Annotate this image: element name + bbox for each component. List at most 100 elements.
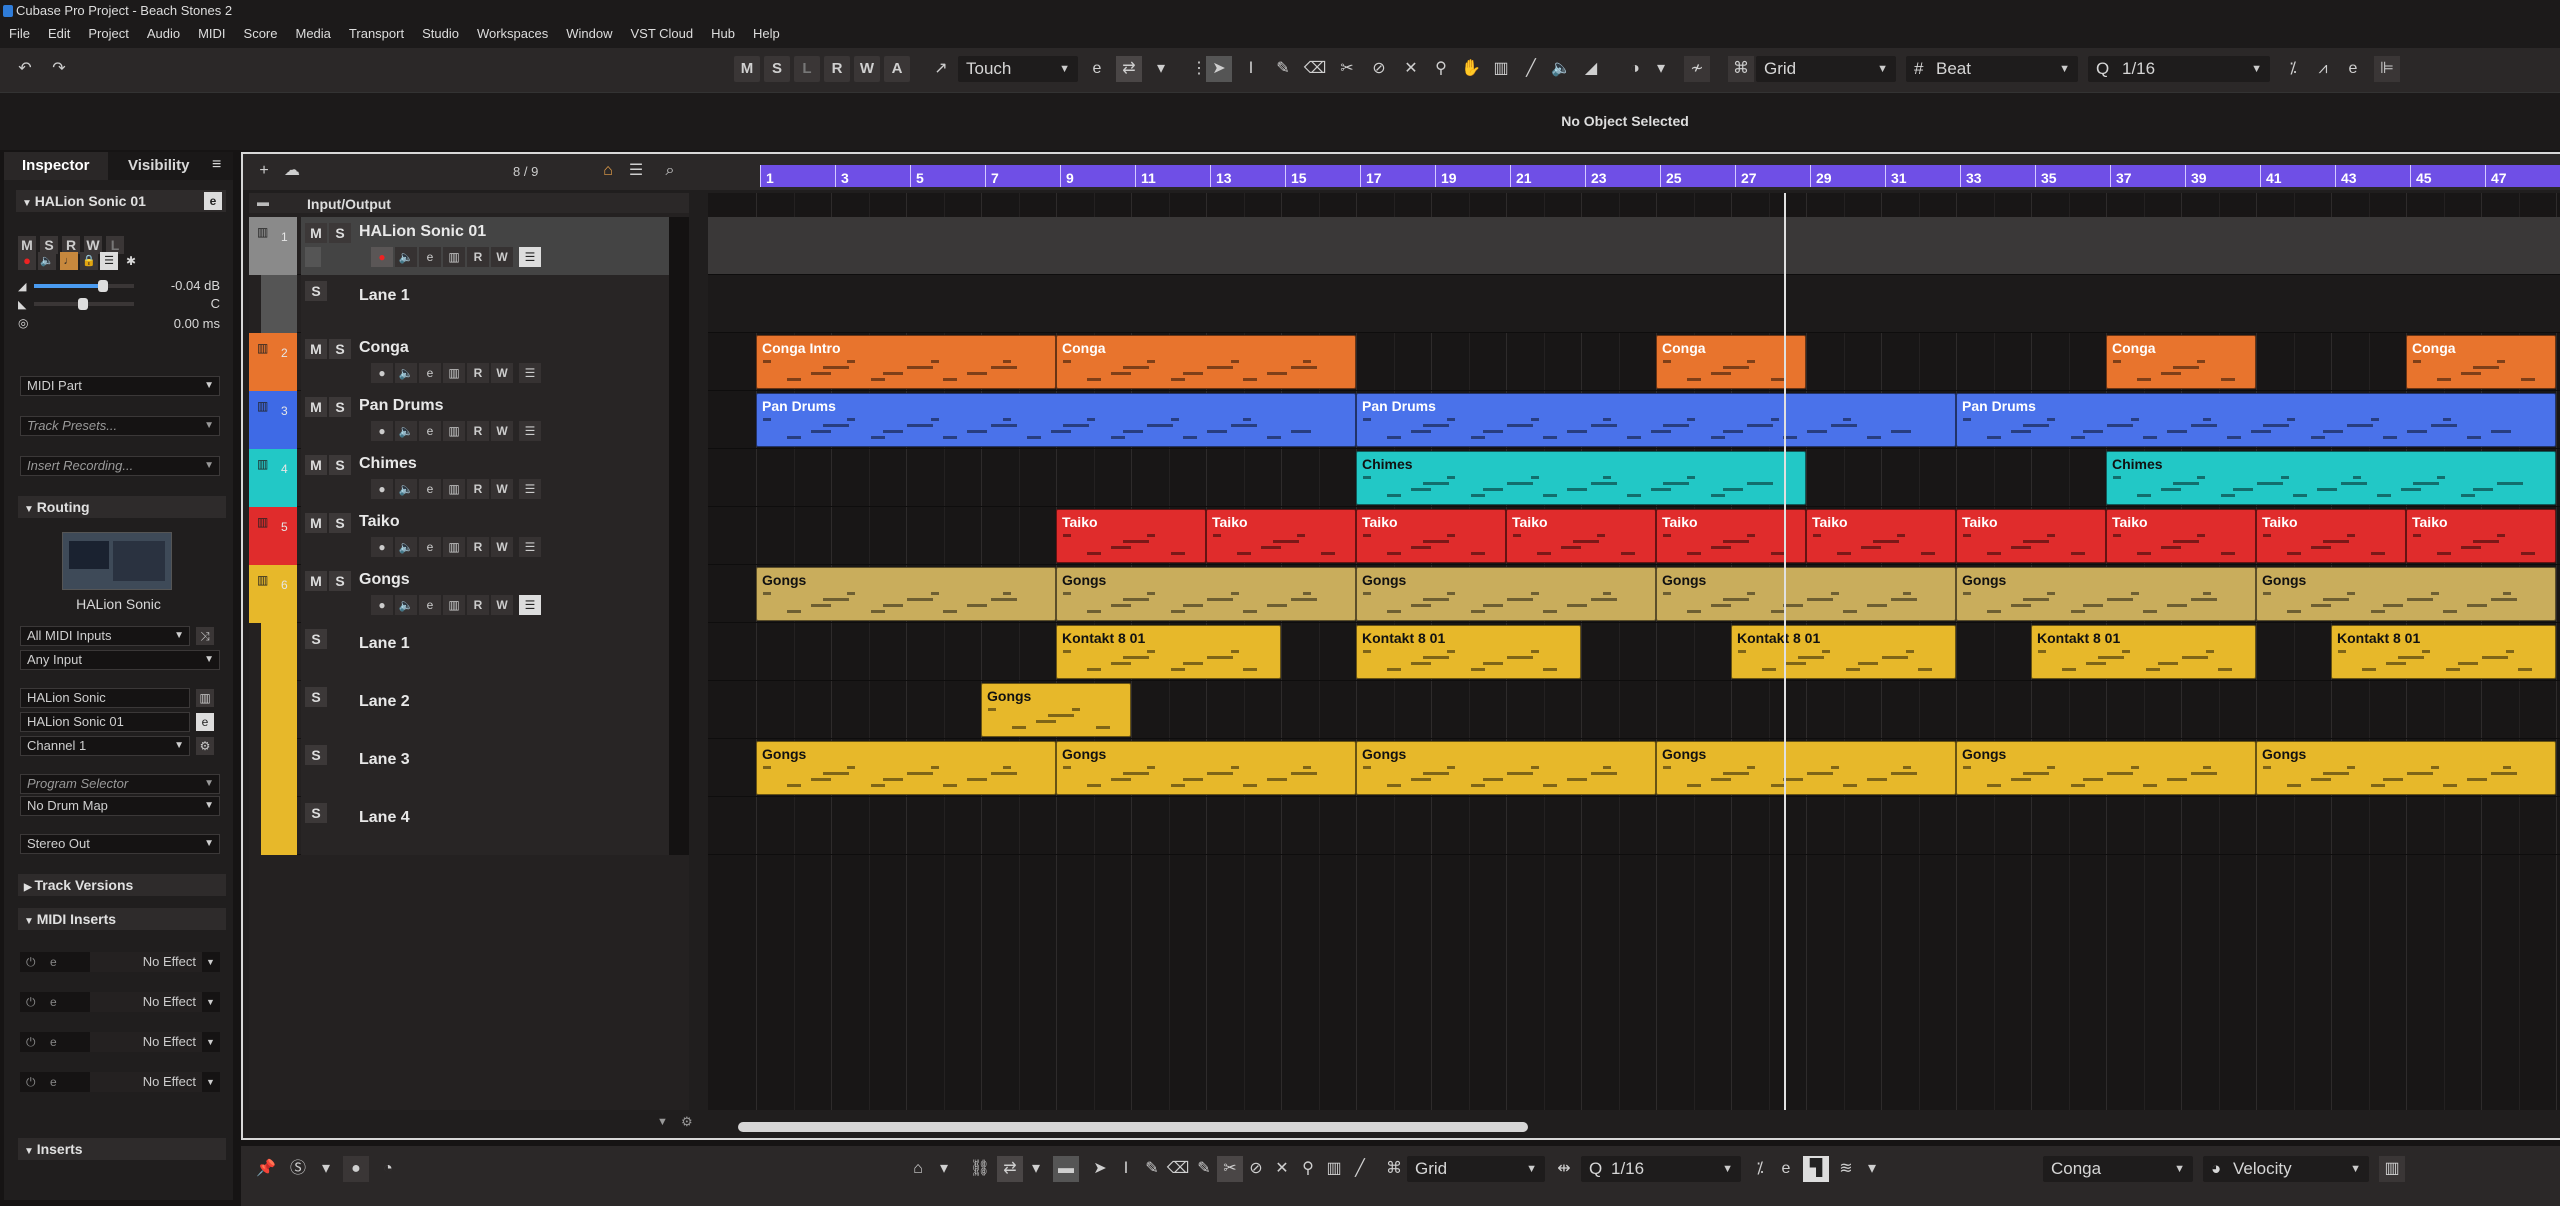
track-lane[interactable]: Lane 1 S — [249, 623, 689, 681]
chevron-down-icon[interactable]: ▼ — [657, 1116, 668, 1128]
monitor-icon[interactable]: 🔈 — [38, 252, 56, 270]
midi-part[interactable]: Gongs — [1956, 741, 2256, 795]
power-icon[interactable]: ⏻ — [26, 1072, 36, 1092]
midi-part[interactable]: Gongs — [756, 741, 1056, 795]
midi-part[interactable]: Gongs — [1356, 567, 1656, 621]
track-name[interactable]: HALion Sonic 01 — [359, 223, 486, 241]
draw-tool-icon[interactable]: ✎ — [1270, 56, 1296, 82]
erase-tool-icon[interactable]: ⌫ — [1165, 1156, 1191, 1182]
record-enable-icon[interactable]: ● — [18, 252, 36, 270]
midi-part[interactable]: Gongs — [2256, 741, 2556, 795]
track-select-checkbox[interactable] — [305, 247, 321, 267]
record-enable-icon[interactable]: ● — [371, 479, 393, 499]
freeze-icon[interactable]: ✱ — [122, 252, 140, 270]
midi-part[interactable]: Gongs — [1656, 741, 1956, 795]
lanes-icon[interactable]: ▥ — [443, 595, 465, 615]
output-routing-dropdown[interactable]: HALion Sonic 01 — [20, 712, 190, 732]
comp-tool-icon[interactable]: ▥ — [1321, 1156, 1347, 1182]
lane-solo-button[interactable]: S — [305, 281, 327, 301]
menu-item-midi[interactable]: MIDI — [189, 22, 234, 46]
snap-to-zero-icon[interactable]: ⇹ — [1551, 1156, 1577, 1182]
lanes-icon[interactable]: ▥ — [443, 363, 465, 383]
iterative-quantize-icon[interactable]: ⁒ — [2280, 56, 2306, 82]
mute-button[interactable]: M — [305, 571, 327, 591]
midi-part[interactable]: Conga — [2406, 335, 2556, 389]
track-name[interactable]: Lane 1 — [359, 635, 410, 653]
cycle-icon[interactable]: ⇄ — [997, 1156, 1023, 1182]
track-body[interactable]: Lane 2 S — [301, 681, 669, 739]
write-automation-button[interactable]: W — [491, 479, 513, 499]
range-tool-icon[interactable]: Ⅰ — [1238, 56, 1264, 82]
track-name[interactable]: Lane 4 — [359, 809, 410, 827]
solo-button[interactable]: S — [329, 455, 351, 475]
snap-icon[interactable]: ⌘ — [1381, 1156, 1407, 1182]
horizontal-scrollbar[interactable] — [738, 1122, 1528, 1132]
delay-value[interactable]: 0.00 ms — [154, 316, 220, 331]
track-presets-field[interactable]: Track Presets... ▼ — [20, 416, 220, 436]
search-icon[interactable]: ⌕ — [657, 158, 683, 184]
comp-tool-icon[interactable]: ▥ — [1488, 56, 1514, 82]
solo-button[interactable]: S — [329, 513, 351, 533]
line-tool-icon[interactable]: ╱ — [1518, 56, 1544, 82]
track-name[interactable]: Lane 2 — [359, 693, 410, 711]
settings-icon[interactable]: ⚙ — [681, 1114, 693, 1130]
grid-type-dropdown[interactable]: # Beat ▼ — [1906, 56, 2078, 82]
midi-part[interactable]: Gongs — [1056, 741, 1356, 795]
play-tool-icon[interactable]: 🔈 — [1548, 56, 1574, 82]
track-body[interactable]: Pan Drums M S ● 🔈 e ▥ R W ☰ — [301, 391, 669, 449]
chevron-down-icon[interactable]: ▾ — [1023, 1156, 1049, 1182]
track-lane[interactable]: Lane 1 S — [249, 275, 689, 333]
midi-part[interactable]: Taiko — [1506, 509, 1656, 563]
state-button-m[interactable]: M — [734, 56, 760, 82]
color-tool-icon[interactable]: ◢ — [1578, 56, 1604, 82]
mute-button[interactable]: M — [305, 513, 327, 533]
solo-button[interactable]: S — [329, 397, 351, 417]
track-versions-section-header[interactable]: ▶ Track Versions — [18, 874, 226, 896]
record-enable-icon[interactable]: ● — [371, 247, 393, 267]
midi-part[interactable]: Gongs — [1056, 567, 1356, 621]
midi-part[interactable]: Gongs — [1656, 567, 1956, 621]
midi-part[interactable]: Conga — [1056, 335, 1356, 389]
channel-settings-icon[interactable]: ⚙ — [196, 737, 214, 755]
track-lane[interactable]: Lane 4 S — [249, 797, 689, 855]
track-lane[interactable]: Lane 3 S — [249, 739, 689, 797]
midi-part[interactable]: Kontakt 8 01 — [2331, 625, 2556, 679]
quantize-e-icon[interactable]: e — [2340, 56, 2366, 82]
edit-icon[interactable]: e — [50, 992, 57, 1012]
lock-icon[interactable]: 🔒 — [80, 252, 98, 270]
monitor-icon[interactable]: 🔈 — [395, 537, 417, 557]
chevron-down-icon[interactable]: ▾ — [313, 1156, 339, 1182]
edit-instrument-icon[interactable]: e — [419, 479, 441, 499]
menu-item-window[interactable]: Window — [557, 22, 621, 46]
track-menu-icon[interactable]: ☰ — [519, 537, 541, 557]
read-automation-button[interactable]: R — [467, 479, 489, 499]
solo-editor-icon[interactable]: Ⓢ — [285, 1156, 311, 1182]
record-enable-icon[interactable]: ● — [371, 363, 393, 383]
quantize-dropdown[interactable]: Q 1/16 ▼ — [2088, 56, 2270, 82]
add-track-options-icon[interactable]: ☁ — [279, 158, 305, 184]
edit-icon[interactable]: e — [50, 1072, 57, 1092]
input-output-folder[interactable]: ▬ Input/Output — [249, 193, 689, 213]
midi-part[interactable]: Taiko — [2256, 509, 2406, 563]
track-name[interactable]: Chimes — [359, 455, 417, 473]
volume-slider[interactable] — [34, 280, 134, 292]
edit-instrument-icon[interactable]: e — [196, 713, 214, 731]
edit-instrument-icon[interactable]: e — [419, 421, 441, 441]
project-cursor[interactable] — [1784, 193, 1786, 1110]
menu-item-media[interactable]: Media — [287, 22, 340, 46]
chevron-down-icon[interactable]: ▾ — [1859, 1156, 1885, 1182]
power-icon[interactable]: ⏻ — [26, 952, 36, 972]
midi-part[interactable]: Chimes — [2106, 451, 2556, 505]
midi-part[interactable]: Conga — [2106, 335, 2256, 389]
midi-part[interactable]: Taiko — [2106, 509, 2256, 563]
solo-button[interactable]: S — [329, 339, 351, 359]
quantize-e-icon[interactable]: e — [1773, 1156, 1799, 1182]
midi-part[interactable]: Gongs — [1956, 567, 2256, 621]
lane-solo-button[interactable]: S — [305, 803, 327, 823]
lanes-icon[interactable]: ▥ — [443, 247, 465, 267]
track-header[interactable]: 1 ▥ HALion Sonic 01 M S ● 🔈 e ▥ R W ☰ — [249, 217, 689, 275]
add-track-icon[interactable]: + — [251, 158, 277, 184]
track-header[interactable]: 3 ▥ Pan Drums M S ● 🔈 e ▥ R W ☰ — [249, 391, 689, 449]
visibility-agent-icon[interactable]: ⌂ — [595, 158, 621, 184]
midi-part[interactable]: Gongs — [2256, 567, 2556, 621]
